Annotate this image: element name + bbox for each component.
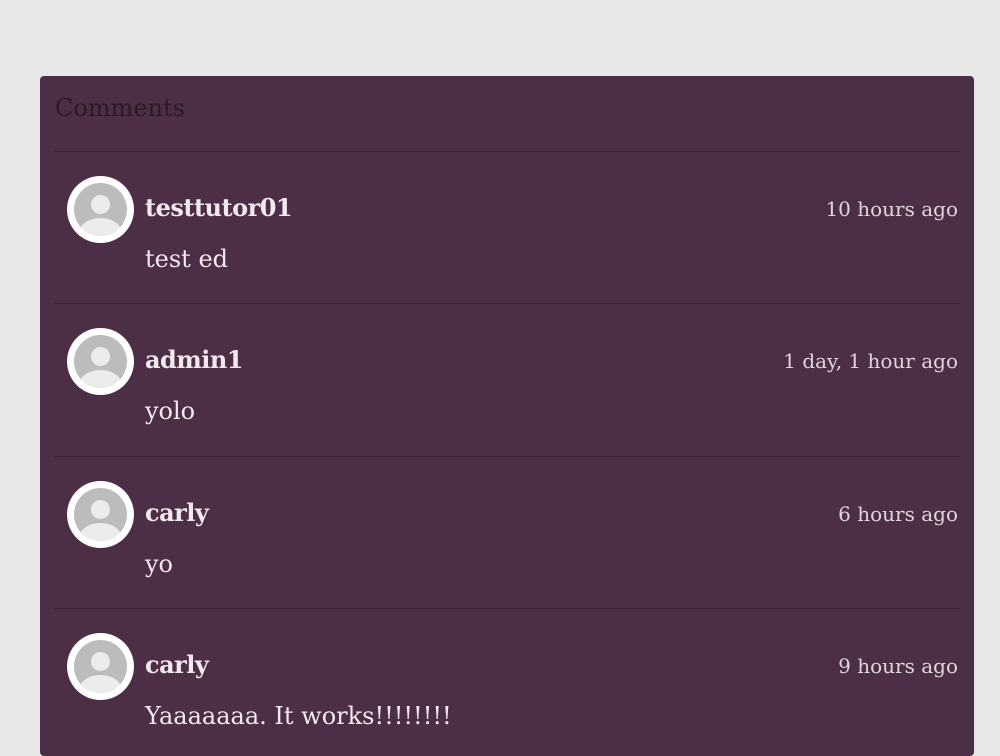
comments-panel: Comments testtutor01 10 hours ago test e… (40, 76, 974, 756)
comment-author[interactable]: testtutor01 (145, 192, 293, 224)
avatar[interactable] (67, 328, 134, 395)
comment-item: admin1 1 day, 1 hour ago yolo (40, 304, 974, 456)
default-user-icon (74, 335, 127, 388)
comment-text: test ed (145, 245, 229, 273)
avatar[interactable] (67, 633, 134, 700)
comment-author[interactable]: admin1 (145, 344, 244, 376)
comment-timestamp: 10 hours ago (825, 197, 958, 221)
comment-timestamp: 1 day, 1 hour ago (783, 349, 958, 373)
comment-timestamp: 9 hours ago (838, 654, 958, 678)
panel-title: Comments (55, 94, 185, 122)
default-user-icon (74, 183, 127, 236)
comment-text: yo (145, 550, 174, 578)
comment-author[interactable]: carly (145, 649, 209, 681)
comment-item: carly 9 hours ago Yaaaaaaa. It works!!!!… (40, 609, 974, 756)
comment-item: carly 6 hours ago yo (40, 457, 974, 609)
comment-text: yolo (145, 397, 196, 425)
avatar[interactable] (67, 176, 134, 243)
avatar[interactable] (67, 481, 134, 548)
default-user-icon (74, 488, 127, 541)
comment-timestamp: 6 hours ago (838, 502, 958, 526)
comment-item: testtutor01 10 hours ago test ed (40, 152, 974, 304)
comment-author[interactable]: carly (145, 497, 209, 529)
comment-text: Yaaaaaaa. It works!!!!!!!! (145, 702, 452, 730)
default-user-icon (74, 640, 127, 693)
